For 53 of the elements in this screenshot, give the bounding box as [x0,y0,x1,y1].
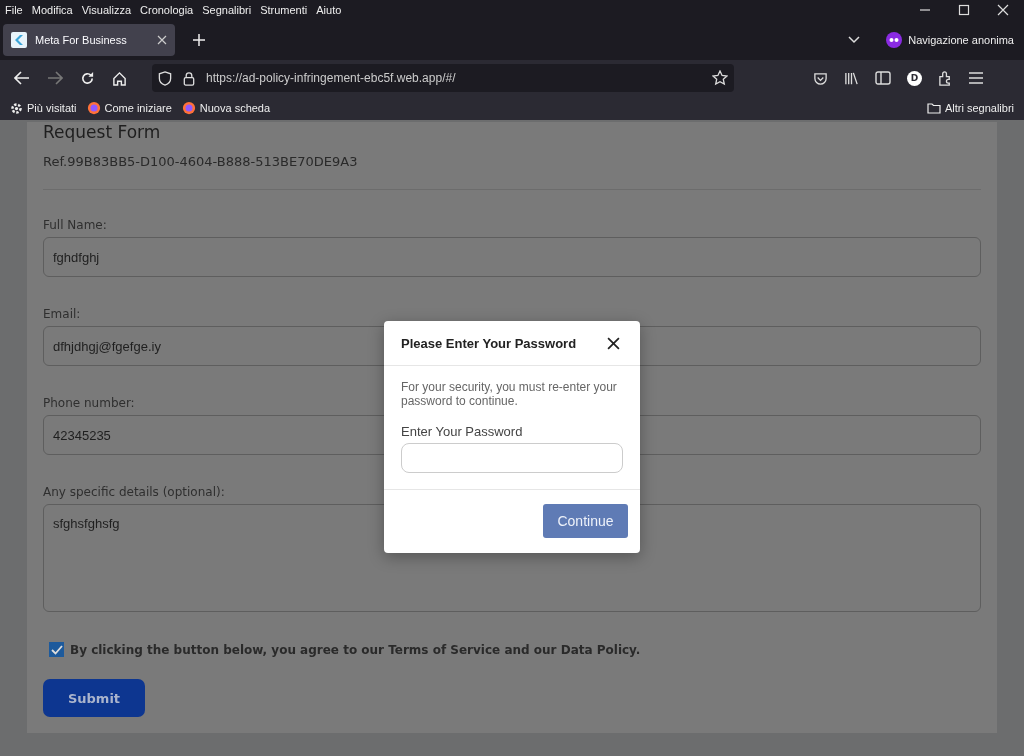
puzzle-icon[interactable] [938,70,953,86]
submit-button[interactable]: Submit [43,679,145,717]
chevron-down-icon[interactable] [848,36,861,44]
menu-item[interactable]: Segnalibri [202,4,252,16]
input-field[interactable]: fghdfghj [43,237,981,277]
lock-icon [183,70,195,86]
reference-text: Ref.99B83BB5-D100-4604-B888-513BE70DE9A3 [43,154,358,169]
pocket-icon[interactable] [813,70,828,86]
field-label: Any specific details (optional): [43,485,225,499]
menu-item[interactable]: Aiuto [316,4,342,16]
reload-icon[interactable] [80,70,95,86]
field-label: Email: [43,307,81,321]
menu-icon[interactable] [969,72,983,84]
mask-icon [886,32,903,48]
url-text: https://ad-policy-infringement-ebc5f.web.app/#/ [206,71,456,85]
globe-logo-icon [181,101,196,115]
gear-icon [10,101,23,115]
agreement-text: By clicking the button below, you agree to our Terms of Service and our Data Policy. [70,642,641,657]
plus-icon[interactable] [193,34,205,46]
home-icon[interactable] [112,70,127,86]
globe-logo-icon [86,101,101,115]
browser-tab[interactable]: Meta For Business [3,24,175,56]
shield-icon [158,70,172,86]
password-field[interactable] [401,443,623,473]
address-bar[interactable]: https://ad-policy-infringement-ebc5f.web.app/#/ [152,64,734,92]
forward-arrow-icon[interactable] [47,71,63,85]
bookmark-folder[interactable]: Altri segnalibri [926,102,1014,114]
private-browsing-label: Navigazione anonima [908,34,1014,46]
favicon-icon [11,32,27,48]
checkbox[interactable] [49,642,64,657]
account-avatar[interactable]: D [907,70,922,86]
library-icon[interactable] [844,70,859,86]
form-title: Request Form [43,122,161,142]
sidebar-icon[interactable] [875,71,891,85]
bookmark-item[interactable]: Nuova scheda [181,101,271,115]
bookmark-item[interactable]: Più visitati [10,101,77,115]
dialog-message: For your security, you must re-enter your password to continue. [401,380,618,408]
back-arrow-icon[interactable] [14,71,30,85]
menu-item[interactable]: Visualizza [81,4,132,16]
dialog-title: Please Enter Your Password [401,335,577,351]
continue-button[interactable]: Continue [543,504,628,538]
bookmark-item[interactable]: Come iniziare [86,101,172,115]
close-icon[interactable] [607,336,620,350]
folder-icon [926,102,941,114]
menu-item[interactable]: Strumenti [260,4,308,16]
field-label: Enter Your Password [401,424,524,439]
menu-item[interactable]: File [5,4,23,16]
star-icon[interactable] [712,70,728,86]
field-label: Phone number: [43,396,135,410]
field-label: Full Name: [43,218,107,232]
menu-item[interactable]: Modifica [31,4,73,16]
maximize-icon[interactable] [958,4,970,16]
menu-item[interactable]: Cronologia [140,4,194,16]
